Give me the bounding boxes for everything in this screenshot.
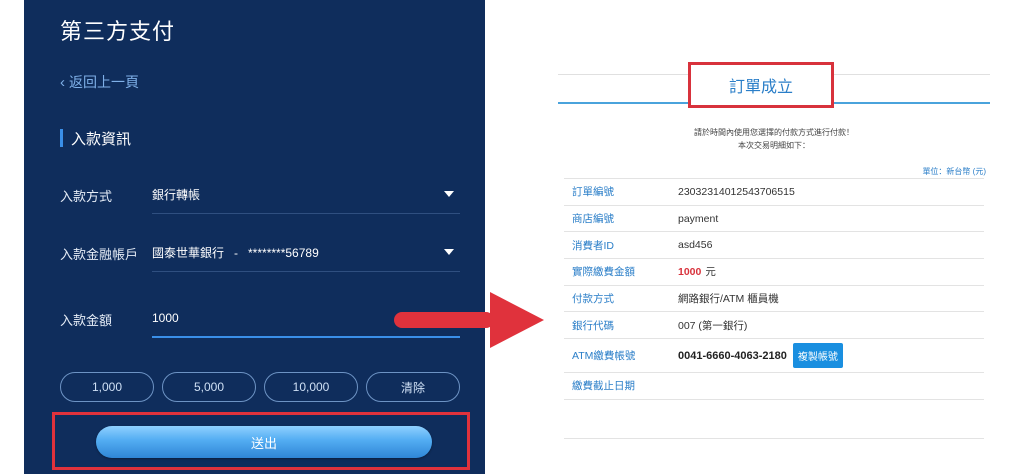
divider (564, 438, 984, 439)
deposit-method-value: 銀行轉帳 (152, 188, 201, 202)
payment-amount-unit: 元 (705, 266, 716, 279)
section-header: 入款資訊 (60, 128, 131, 148)
row-value: 網路銀行/ATM 櫃員機 (678, 293, 779, 306)
notice-line-2: 本次交易明細如下： (738, 141, 810, 150)
arrow-right-icon (394, 292, 544, 348)
table-row: 付款方式 網路銀行/ATM 櫃員機 (564, 286, 984, 313)
page-title: 第三方支付 (60, 19, 176, 44)
copy-account-button[interactable]: 複製帳號 (792, 343, 843, 369)
table-row: ATM繳費帳號 0041-6660-4063-2180 複製帳號 (564, 339, 984, 374)
table-row: 銀行代碼 007 (第一銀行) (564, 312, 984, 340)
deposit-method-select[interactable]: 銀行轉帳 (152, 176, 460, 214)
deposit-account-label: 入款金融帳戶 (60, 247, 139, 262)
deposit-method-row: 入款方式 銀行轉帳 (60, 176, 460, 214)
payment-notice: 請於時間內使用您選擇的付款方式進行付款！ 本次交易明細如下： (558, 126, 990, 152)
account-bank: 國泰世華銀行 (152, 246, 225, 260)
clear-button[interactable]: 清除 (366, 372, 460, 402)
row-key: 繳費截止日期 (572, 380, 635, 393)
section-accent-bar (60, 129, 63, 147)
row-key: 訂單編號 (572, 186, 614, 199)
row-key: 商店編號 (572, 213, 614, 226)
order-title-box: 訂單成立 (688, 62, 834, 108)
quick-amount-5000-button[interactable]: 5,000 (162, 372, 256, 402)
quick-amount-10000-button[interactable]: 10,000 (264, 372, 358, 402)
caret-down-icon (444, 191, 454, 197)
back-link[interactable]: ‹ 返回上一頁 (60, 72, 139, 92)
atm-account-value: 0041-6660-4063-2180 (678, 349, 787, 362)
row-value: payment (678, 212, 719, 225)
submit-button[interactable]: 送出 (96, 426, 432, 458)
currency-unit: 單位：新台幣 (元) (922, 167, 986, 176)
table-row: 實際繳費金額 1000 元 (564, 259, 984, 286)
chevron-left-icon: ‹ (60, 73, 65, 91)
payment-amount-value: 1000 (678, 265, 702, 278)
quick-amount-1000-button[interactable]: 1,000 (60, 372, 154, 402)
row-value: 23032314012543706515 (678, 185, 795, 198)
table-row: 訂單編號 23032314012543706515 (564, 179, 984, 206)
table-row: 商店編號 payment (564, 206, 984, 233)
deposit-account-select[interactable]: 國泰世華銀行 - ********56789 (152, 234, 460, 272)
row-key: 銀行代碼 (572, 319, 614, 332)
account-number: ********56789 (248, 245, 319, 260)
row-value: asd456 (678, 239, 713, 252)
row-key: ATM繳費帳號 (572, 350, 636, 363)
table-row: 繳費截止日期 (564, 373, 984, 400)
deposit-method-label: 入款方式 (60, 189, 113, 204)
row-key: 實際繳費金額 (572, 266, 635, 279)
deposit-amount-label: 入款金額 (60, 313, 113, 328)
caret-down-icon (444, 249, 454, 255)
back-link-label: 返回上一頁 (69, 74, 139, 90)
row-key: 消費者ID (572, 239, 614, 252)
row-value: 007 (第一銀行) (678, 319, 748, 332)
order-title: 訂單成立 (728, 79, 793, 96)
section-title: 入款資訊 (71, 130, 132, 148)
order-detail-table: 訂單編號 23032314012543706515 商店編號 payment 消… (564, 178, 984, 400)
screenshot-stage: 第三方支付 ‹ 返回上一頁 入款資訊 入款方式 銀行轉帳 入款金融帳戶 國泰世華… (0, 0, 1024, 474)
payment-form-panel: 第三方支付 ‹ 返回上一頁 入款資訊 入款方式 銀行轉帳 入款金融帳戶 國泰世華… (24, 0, 485, 474)
order-confirmation-panel: 訂單成立 請於時間內使用您選擇的付款方式進行付款！ 本次交易明細如下： 單位：新… (558, 60, 990, 460)
table-row: 消費者ID asd456 (564, 232, 984, 260)
row-key: 付款方式 (572, 293, 614, 306)
deposit-amount-value: 1000 (152, 311, 179, 325)
account-dash: - (234, 245, 239, 260)
notice-line-1: 請於時間內使用您選擇的付款方式進行付款！ (694, 128, 854, 137)
deposit-account-row: 入款金融帳戶 國泰世華銀行 - ********56789 (60, 234, 460, 272)
